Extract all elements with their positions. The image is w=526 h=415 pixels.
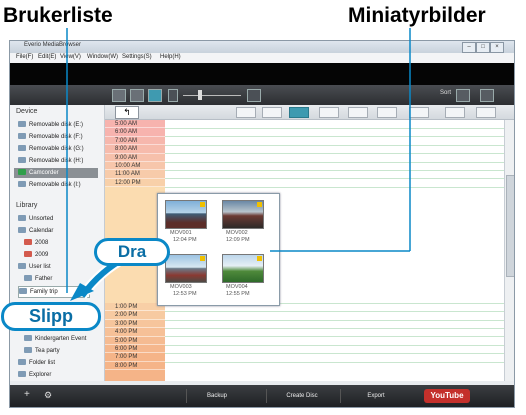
callout-overlay <box>66 28 411 301</box>
drop-label: Slipp <box>1 302 101 331</box>
drag-label: Dra <box>94 238 170 266</box>
